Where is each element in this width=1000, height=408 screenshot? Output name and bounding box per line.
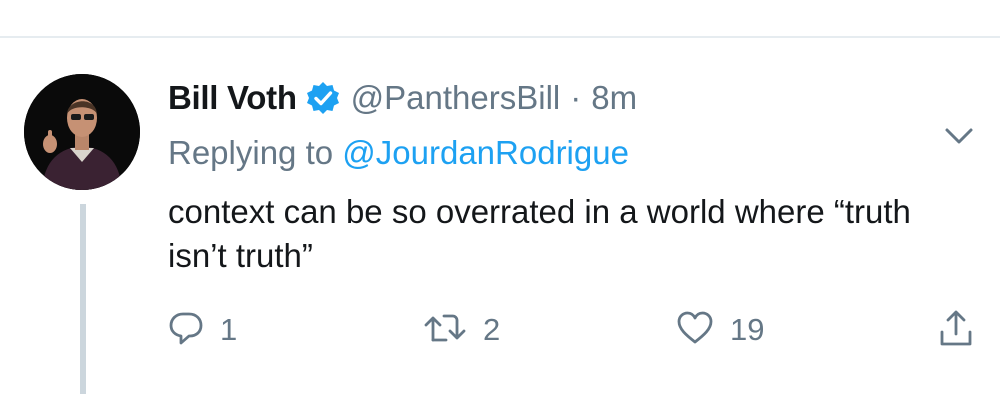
heart-icon xyxy=(676,310,714,351)
tweet-text: context can be so overrated in a world w… xyxy=(168,193,911,274)
like-count: 19 xyxy=(730,312,765,347)
verified-badge-icon xyxy=(305,80,341,116)
handle[interactable]: @PanthersBill xyxy=(351,79,561,117)
separator-dot: · xyxy=(570,79,582,116)
share-button[interactable] xyxy=(938,308,974,352)
thread-line xyxy=(80,204,86,394)
reply-count: 1 xyxy=(220,312,238,347)
retweet-icon xyxy=(423,310,467,351)
retweet-button[interactable]: 2 xyxy=(423,308,500,352)
reply-button[interactable]: 1 xyxy=(168,308,237,352)
timestamp[interactable]: 8m xyxy=(591,79,637,117)
replying-to-mention[interactable]: @JourdanRodrigue xyxy=(342,134,629,171)
chevron-down-icon[interactable] xyxy=(944,126,974,146)
tweet-header: Bill Voth @PanthersBill · 8m xyxy=(168,76,637,120)
avatar[interactable] xyxy=(24,74,140,190)
avatar-photo xyxy=(24,74,140,190)
replying-to-line: Replying to @JourdanRodrigue xyxy=(168,134,629,172)
like-button[interactable]: 19 xyxy=(676,308,764,352)
retweet-count: 2 xyxy=(483,312,501,347)
share-icon xyxy=(938,308,974,353)
action-bar: 1 2 19 xyxy=(168,308,978,352)
reply-icon xyxy=(168,310,204,351)
replying-label: Replying to xyxy=(168,134,334,171)
display-name[interactable]: Bill Voth xyxy=(168,79,297,117)
tweet[interactable]: Bill Voth @PanthersBill · 8m Replying to… xyxy=(0,38,1000,408)
